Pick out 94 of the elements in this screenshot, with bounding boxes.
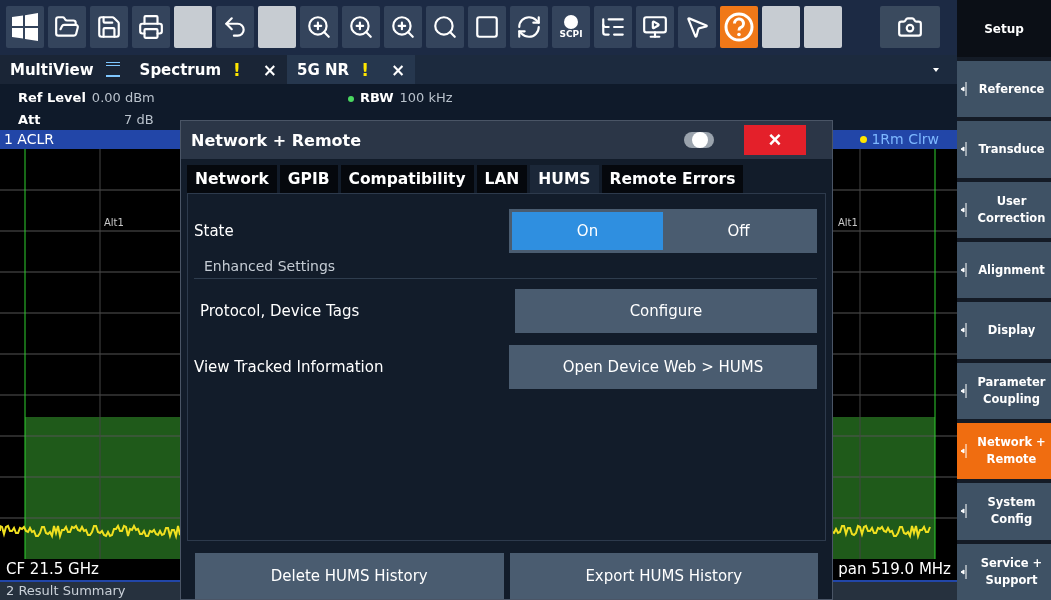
marker-label: Alt1 [104,216,124,228]
channel-tab[interactable]: MultiView [0,54,130,85]
softkey[interactable]: Alignment [957,242,1051,299]
blank-tool[interactable] [804,6,842,49]
dialog-tab[interactable]: Remote Errors [601,165,744,193]
folder-tool[interactable] [48,6,86,49]
setting-label: View Tracked Information [194,358,384,376]
pointer-icon [684,14,710,41]
info-value: 0.00 dBm [91,90,155,108]
action-button[interactable]: Delete HUMS History [195,553,504,599]
undo-tool[interactable] [216,6,254,49]
caret-icon [961,383,967,398]
caret-icon[interactable] [933,67,939,72]
setting-label: State [194,222,234,240]
dialog-tab[interactable]: Compatibility [340,165,474,193]
frame-tool[interactable] [468,6,506,49]
save-tool[interactable] [90,6,128,49]
display-icon [642,14,668,41]
dialog-tab[interactable]: LAN [476,165,528,193]
softkey[interactable]: Display [957,302,1051,359]
softkey[interactable]: Transduce [957,121,1051,178]
close-tab-icon[interactable]: × [390,59,406,80]
camera-tool[interactable] [880,6,940,49]
info-label: RBW [360,90,394,108]
info-value: 100 kHz [399,90,453,108]
dialog-tab[interactable]: Network [187,165,277,193]
caret-icon [961,263,967,278]
window-title: 1 ACLR [4,131,54,148]
close-tab-icon[interactable]: × [262,59,278,80]
blank-tool[interactable] [258,6,296,49]
channel-tab[interactable]: 5G NR ! × [287,54,416,85]
caret-icon [961,202,967,217]
window-title: 2 Result Summary [6,583,126,598]
help-tool[interactable] [720,6,758,49]
zoom-icon [306,14,332,41]
search-tool[interactable] [426,6,464,49]
list-tool[interactable] [594,6,632,49]
info-label: Ref Level [18,90,86,108]
dialog-tab[interactable]: HUMS [530,165,599,193]
zoom-tool[interactable] [300,6,338,49]
blank-tool[interactable] [174,6,212,49]
zoom-icon [390,14,416,41]
blank-tool[interactable] [762,6,800,49]
softkey[interactable]: User Correction [957,181,1051,238]
toggle-switch[interactable] [684,132,714,148]
channel-tab[interactable]: Spectrum ! × [129,54,288,85]
section-heading: Enhanced Settings [204,258,336,274]
state-option[interactable]: Off [663,212,814,250]
action-button[interactable]: Configure [515,289,817,333]
softkey[interactable]: Service + Support [957,543,1051,600]
softkey[interactable]: System Config [957,483,1051,540]
search-icon [432,14,458,41]
frame-icon [474,14,500,41]
action-button[interactable]: Export HUMS History [509,553,818,599]
close-button[interactable]: × [744,125,806,155]
warning-mark: ! [233,59,241,80]
caret-icon [961,142,967,157]
caret-icon [961,564,967,579]
sidebar-title: Setup [957,0,1051,57]
windows-icon [11,13,39,42]
action-button[interactable]: Open Device Web > HUMS [509,345,817,389]
scpi-tool[interactable]: SCPI [552,6,590,49]
info-label: Att [18,112,42,130]
help-icon [724,12,754,43]
softkey[interactable]: Parameter Coupling [957,362,1051,419]
printer-icon [138,14,164,41]
caret-icon [961,444,967,459]
dot-icon [564,15,578,30]
zoom-tool[interactable] [342,6,380,49]
refresh-tool[interactable] [510,6,548,49]
pointer-tool[interactable] [678,6,716,49]
marker-label: Alt1 [838,216,858,228]
save-icon [96,14,122,41]
warning-mark: ! [361,59,369,80]
zoom-icon [348,14,374,41]
center-frequency: CF 21.5 GHz [6,560,99,579]
windows-tool[interactable] [6,6,44,49]
status-dot [348,96,354,103]
zoom-tool[interactable] [384,6,422,49]
display-tool[interactable] [636,6,674,49]
info-value: 7 dB [124,112,154,130]
trace-label: 1Rm Clrw [871,131,939,148]
caret-icon [961,504,967,519]
softkey[interactable]: Reference [957,61,1051,118]
trace-dot [860,135,868,143]
refresh-icon [516,14,542,41]
dialog-title: Network + Remote [191,130,363,150]
multiview-icon [105,62,120,78]
print-tool[interactable] [132,6,170,49]
span-frequency: pan 519.0 MHz [838,560,951,579]
dialog-tab[interactable]: GPIB [279,165,338,193]
caret-icon [961,82,967,97]
setting-label: Protocol, Device Tags [199,302,360,320]
caret-icon [961,323,967,338]
